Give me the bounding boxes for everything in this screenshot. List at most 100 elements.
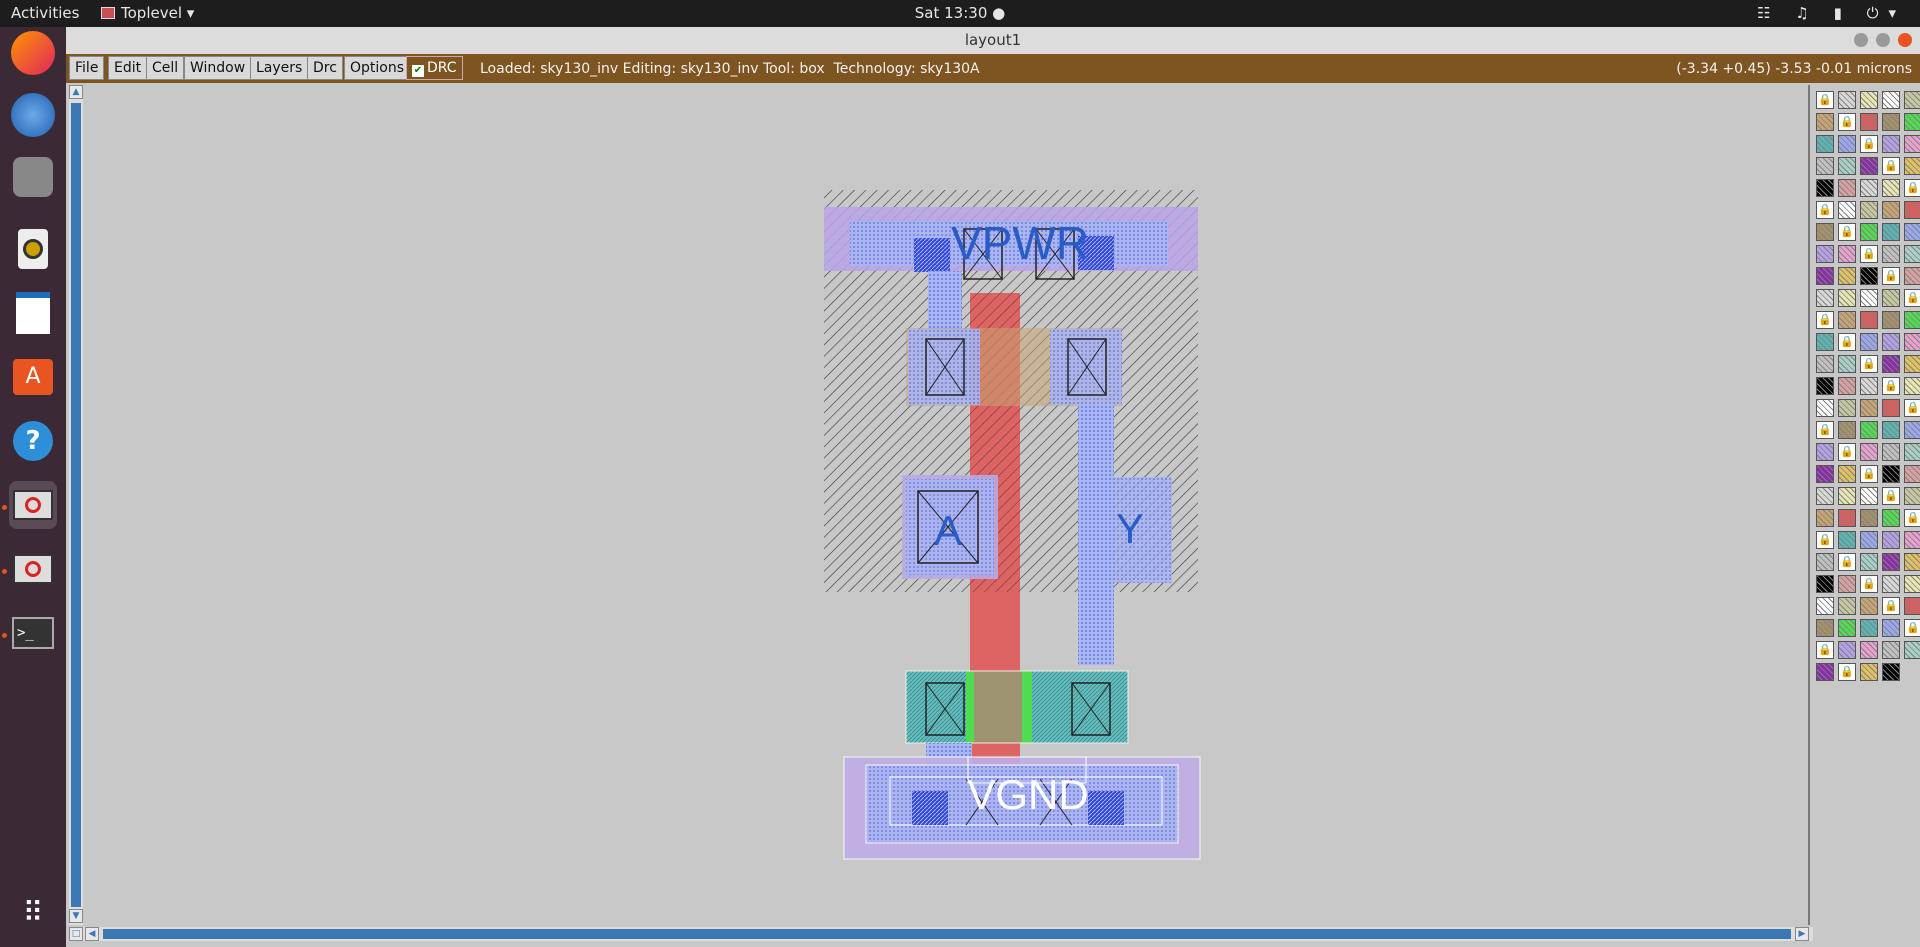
layer-swatch[interactable] <box>1838 465 1856 483</box>
layer-swatch[interactable]: 🔒 <box>1904 399 1920 417</box>
layer-swatch[interactable] <box>1904 553 1920 571</box>
layer-swatch[interactable]: 🔒 <box>1838 553 1856 571</box>
layer-swatch[interactable]: 🔒 <box>1882 597 1900 615</box>
layer-swatch[interactable] <box>1882 509 1900 527</box>
layer-swatch[interactable]: 🔒 <box>1904 619 1920 637</box>
minimize-icon[interactable] <box>1854 33 1868 47</box>
layer-swatch[interactable] <box>1860 333 1878 351</box>
layer-swatch[interactable] <box>1816 289 1834 307</box>
layer-swatch[interactable] <box>1860 531 1878 549</box>
layer-swatch[interactable] <box>1904 641 1920 659</box>
layer-swatch[interactable] <box>1904 267 1920 285</box>
layer-swatch[interactable] <box>1838 421 1856 439</box>
layer-swatch[interactable] <box>1904 91 1920 109</box>
layer-swatch[interactable] <box>1882 91 1900 109</box>
layer-swatch[interactable] <box>1816 245 1834 263</box>
maximize-icon[interactable] <box>1876 33 1890 47</box>
layer-swatch[interactable] <box>1816 377 1834 395</box>
menu-cell[interactable]: Cell <box>146 56 185 80</box>
layer-swatch[interactable]: 🔒 <box>1904 289 1920 307</box>
layer-swatch[interactable] <box>1882 553 1900 571</box>
layer-swatch[interactable] <box>1838 641 1856 659</box>
layer-swatch[interactable] <box>1816 157 1834 175</box>
layer-swatch[interactable] <box>1860 179 1878 197</box>
vertical-scrollbar[interactable]: ▲ ▼ <box>69 85 83 925</box>
horizontal-scrollbar[interactable]: □ ◀ ▶ <box>69 927 1813 941</box>
layer-swatch[interactable] <box>1860 267 1878 285</box>
layer-swatch[interactable] <box>1838 311 1856 329</box>
layer-swatch[interactable]: 🔒 <box>1860 135 1878 153</box>
layer-swatch[interactable] <box>1904 421 1920 439</box>
layer-swatch[interactable] <box>1838 487 1856 505</box>
menu-edit[interactable]: Edit <box>108 56 148 80</box>
layer-swatch[interactable] <box>1838 179 1856 197</box>
layer-swatch[interactable] <box>1860 509 1878 527</box>
layer-swatch[interactable] <box>1882 333 1900 351</box>
layer-swatch[interactable] <box>1838 245 1856 263</box>
layer-swatch[interactable] <box>1882 399 1900 417</box>
layer-swatch[interactable] <box>1882 641 1900 659</box>
layer-swatch[interactable] <box>1838 531 1856 549</box>
layer-swatch[interactable] <box>1882 201 1900 219</box>
layer-swatch[interactable] <box>1882 223 1900 241</box>
layer-swatch[interactable] <box>1816 509 1834 527</box>
layer-swatch[interactable] <box>1904 487 1920 505</box>
layer-swatch[interactable] <box>1904 443 1920 461</box>
magic-window-icon[interactable] <box>9 545 57 593</box>
terminal-icon[interactable]: >_ <box>9 609 57 657</box>
layer-swatch[interactable] <box>1882 355 1900 373</box>
layer-swatch[interactable] <box>1838 597 1856 615</box>
layer-swatch[interactable] <box>1904 245 1920 263</box>
layer-swatch[interactable] <box>1860 553 1878 571</box>
pmos-drain-metal[interactable] <box>1050 329 1122 405</box>
layer-swatch[interactable]: 🔒 <box>1882 377 1900 395</box>
layer-swatch[interactable] <box>1904 377 1920 395</box>
layer-swatch[interactable]: 🔒 <box>1860 575 1878 593</box>
layer-swatch[interactable] <box>1816 355 1834 373</box>
layer-swatch[interactable] <box>1816 487 1834 505</box>
layer-swatch[interactable]: 🔒 <box>1816 311 1834 329</box>
layer-swatch[interactable] <box>1882 245 1900 263</box>
layer-swatch[interactable] <box>1838 619 1856 637</box>
layer-swatch[interactable] <box>1838 355 1856 373</box>
layer-swatch[interactable] <box>1860 487 1878 505</box>
layer-swatch[interactable] <box>1860 443 1878 461</box>
layer-swatch[interactable] <box>1904 575 1920 593</box>
layout-canvas[interactable]: VPWR A Y VGND <box>88 85 1808 923</box>
scroll-corner-icon[interactable]: □ <box>69 927 83 941</box>
layer-swatch[interactable]: 🔒 <box>1838 663 1856 681</box>
layer-swatch[interactable] <box>1816 663 1834 681</box>
scroll-left-icon[interactable]: ◀ <box>85 927 99 941</box>
layer-swatch[interactable] <box>1860 421 1878 439</box>
layer-swatch[interactable] <box>1904 597 1920 615</box>
pmos-source-metal[interactable] <box>908 329 980 405</box>
layer-swatch[interactable] <box>1816 135 1834 153</box>
clock[interactable]: Sat 13:30 ● <box>0 4 1920 22</box>
magic-window-icon[interactable] <box>9 481 57 529</box>
layer-swatch[interactable] <box>1882 289 1900 307</box>
layer-swatch[interactable]: 🔒 <box>1838 223 1856 241</box>
layer-swatch[interactable]: 🔒 <box>1816 531 1834 549</box>
layer-swatch[interactable] <box>1904 465 1920 483</box>
layer-swatch[interactable] <box>1904 355 1920 373</box>
layer-swatch[interactable] <box>1904 201 1920 219</box>
layer-swatch[interactable] <box>1838 377 1856 395</box>
layer-swatch[interactable] <box>1838 399 1856 417</box>
layer-swatch[interactable] <box>1882 619 1900 637</box>
layer-swatch[interactable]: 🔒 <box>1904 179 1920 197</box>
scroll-down-icon[interactable]: ▼ <box>69 909 83 923</box>
layer-swatch[interactable] <box>1860 157 1878 175</box>
layer-swatch[interactable] <box>1838 575 1856 593</box>
layer-swatch[interactable] <box>1816 597 1834 615</box>
scroll-up-icon[interactable]: ▲ <box>69 85 83 99</box>
layer-swatch[interactable] <box>1816 267 1834 285</box>
layer-swatch[interactable] <box>1860 289 1878 307</box>
vgnd-via-right[interactable] <box>1088 791 1124 825</box>
vpwr-via-left[interactable] <box>914 238 950 272</box>
layer-swatch[interactable] <box>1816 223 1834 241</box>
layer-swatch[interactable] <box>1860 663 1878 681</box>
li-strap-pmos-source[interactable] <box>928 271 962 331</box>
app-grid-icon[interactable]: ⠿ <box>9 889 57 937</box>
layer-swatch[interactable] <box>1882 531 1900 549</box>
layer-swatch[interactable]: 🔒 <box>1816 201 1834 219</box>
